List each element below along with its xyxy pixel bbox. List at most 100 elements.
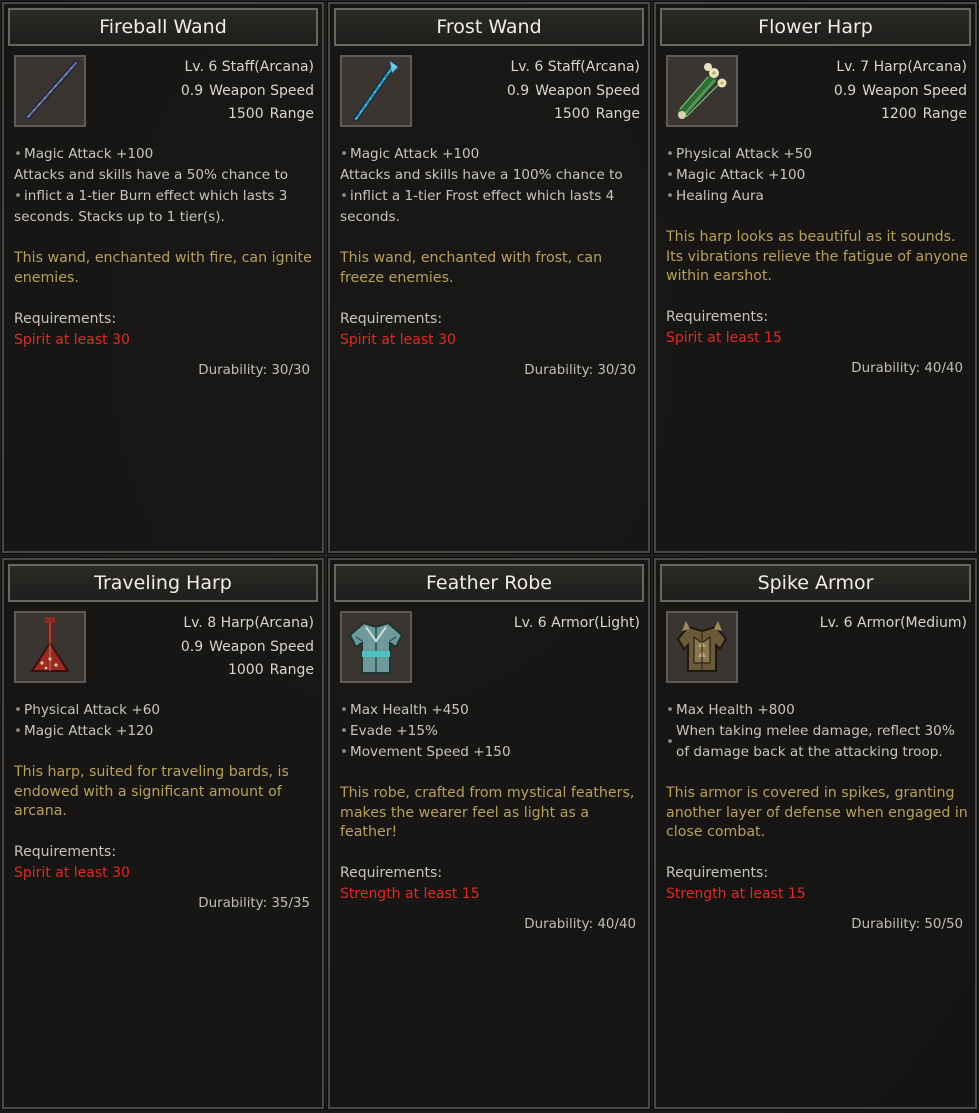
weapon-speed-row: 0.9 Weapon Speed — [507, 80, 640, 104]
item-description: This harp, suited for traveling bards, i… — [14, 764, 289, 819]
effect-line: • Max Health +450 — [340, 700, 642, 721]
item-card-feather-robe: Feather Robe Lv. 6 Armor(Light) • Max Hea… — [327, 557, 651, 1110]
range-row: 1200 Range — [834, 103, 967, 127]
requirement-value: Strength at least 15 — [340, 886, 480, 902]
weapon-speed-label: Weapon Speed — [209, 638, 314, 655]
effect-line: • Healing Aura — [666, 186, 969, 207]
requirement-value: Spirit at least 30 — [14, 865, 130, 881]
item-stats: Lv. 6 Armor(Medium) — [820, 612, 967, 636]
bullet-icon: • — [340, 723, 349, 739]
weapon-speed-row: 0.9 Weapon Speed — [181, 636, 314, 660]
effect-line: • Magic Attack +100 — [666, 165, 969, 186]
range-row: 1500 Range — [507, 103, 640, 127]
effect-line: • Evade +15% — [340, 721, 642, 742]
range-label: Range — [922, 106, 967, 122]
requirement-value: Spirit at least 30 — [14, 332, 130, 348]
effect-line: • Movement Speed +150 — [340, 742, 642, 763]
level-type: Lv. 8 Harp(Arcana) — [183, 615, 314, 631]
effect-line: Attacks and skills have a 100% chance to — [340, 167, 623, 183]
weapon-speed-label: Weapon Speed — [535, 82, 640, 99]
requirements-label: Requirements: — [14, 844, 117, 860]
effect-line: • Physical Attack +60 — [14, 700, 316, 721]
durability: Durability: 50/50 — [851, 917, 963, 932]
level-type: Lv. 6 Armor(Medium) — [819, 615, 967, 631]
weapon-speed-label: Weapon Speed — [209, 82, 314, 99]
effects-list: • Physical Attack +50 • Magic Attack +100 … — [666, 144, 969, 207]
item-stats: Lv. 6 Armor(Light) — [514, 612, 640, 636]
level-type: Lv. 6 Staff(Arcana) — [510, 59, 640, 75]
item-card-frost-wand: Frost Wand Lv. 6 Staff(Arcana) 0.9 Weapon… — [327, 1, 651, 554]
weapon-speed-row: 0.9 Weapon Speed — [181, 80, 314, 104]
item-description: This wand, enchanted with frost, can fre… — [340, 250, 603, 286]
item-tooltip-grid: Fireball Wand Lv. 6 Staff(Arcana) 0.9 Wea… — [0, 0, 979, 1113]
item-description: This harp looks as beautiful as it sound… — [666, 229, 968, 284]
range-label: Range — [595, 106, 640, 122]
effects-list: • Magic Attack +100 Attacks and skills ha… — [14, 144, 316, 228]
item-card-traveling-harp: Traveling Harp Lv. 8 Harp(Arcana) 0.9 Wea… — [1, 557, 325, 1110]
bullet-icon: • — [340, 702, 349, 718]
item-stats: Lv. 6 Staff(Arcana) 0.9 Weapon Speed 1500… — [507, 56, 640, 127]
bullet-icon: • — [14, 188, 23, 204]
durability: Durability: 40/40 — [524, 917, 636, 932]
item-title: Fireball Wand — [8, 8, 318, 46]
effect-line: • Max Health +800 — [666, 700, 969, 721]
requirements-label: Requirements: — [666, 865, 769, 881]
item-description: This wand, enchanted with fire, can igni… — [14, 250, 312, 286]
effect-line: seconds. Stacks up to 1 tier(s). — [14, 209, 225, 225]
effect-line: • When taking melee damage, reflect 30% of… — [666, 723, 955, 760]
bullet-icon: • — [666, 188, 675, 204]
effect-line: • Magic Attack +120 — [14, 721, 316, 742]
spike-armor-icon — [666, 611, 738, 683]
range-row: 1500 Range — [181, 103, 314, 127]
bullet-icon: • — [340, 146, 349, 162]
item-title: Flower Harp — [660, 8, 971, 46]
bullet-icon: • — [340, 744, 349, 760]
item-card-fireball-wand: Fireball Wand Lv. 6 Staff(Arcana) 0.9 Wea… — [1, 1, 325, 554]
effects-list: • Magic Attack +100 Attacks and skills ha… — [340, 144, 642, 228]
durability: Durability: 30/30 — [524, 363, 636, 378]
item-title: Feather Robe — [334, 564, 644, 602]
weapon-speed-value: 0.9 — [180, 638, 204, 655]
range-value: 1500 — [227, 106, 264, 122]
level-type: Lv. 7 Harp(Arcana) — [836, 59, 967, 75]
effects-list: • Max Health +450 • Evade +15% • Movement S… — [340, 700, 642, 763]
bullet-icon: • — [666, 733, 675, 750]
item-title: Spike Armor — [660, 564, 971, 602]
traveling-harp-icon — [14, 611, 86, 683]
requirements-label: Requirements: — [14, 311, 117, 327]
effect-line: • inflict a 1-tier Frost effect which las… — [340, 186, 642, 207]
weapon-speed-value: 0.9 — [180, 82, 204, 99]
range-value: 1200 — [880, 106, 917, 122]
range-label: Range — [269, 106, 314, 122]
item-title: Traveling Harp — [8, 564, 318, 602]
range-value: 1500 — [553, 106, 590, 122]
weapon-speed-value: 0.9 — [506, 82, 530, 99]
bullet-icon: • — [666, 146, 675, 162]
requirements-label: Requirements: — [340, 865, 443, 881]
requirement-value: Spirit at least 30 — [340, 332, 456, 348]
effect-line: seconds. — [340, 209, 400, 225]
effect-line: • Magic Attack +100 — [340, 144, 642, 165]
bullet-icon: • — [666, 702, 675, 718]
item-title: Frost Wand — [334, 8, 644, 46]
range-row: 1000 Range — [181, 659, 314, 683]
weapon-speed-value: 0.9 — [833, 82, 857, 99]
requirement-value: Spirit at least 15 — [666, 330, 782, 346]
item-description: This armor is covered in spikes, grantin… — [666, 785, 968, 840]
durability: Durability: 35/35 — [198, 896, 310, 911]
effect-line: • Physical Attack +50 — [666, 144, 969, 165]
item-stats: Lv. 7 Harp(Arcana) 0.9 Weapon Speed 1200 R… — [834, 56, 967, 127]
weapon-speed-row: 0.9 Weapon Speed — [834, 80, 967, 104]
flower-harp-icon — [666, 55, 738, 127]
bullet-icon: • — [14, 723, 23, 739]
wand-icon — [14, 55, 86, 127]
bullet-icon: • — [14, 702, 23, 718]
item-card-flower-harp: Flower Harp Lv. 7 Harp(Arcana) 0.9 Weapon… — [653, 1, 978, 554]
requirements-label: Requirements: — [340, 311, 443, 327]
effect-line: • inflict a 1-tier Burn effect which last… — [14, 186, 316, 207]
range-label: Range — [269, 662, 314, 678]
level-type: Lv. 6 Staff(Arcana) — [184, 59, 314, 75]
bullet-icon: • — [340, 188, 349, 204]
requirements-label: Requirements: — [666, 309, 769, 325]
durability: Durability: 30/30 — [198, 363, 310, 378]
